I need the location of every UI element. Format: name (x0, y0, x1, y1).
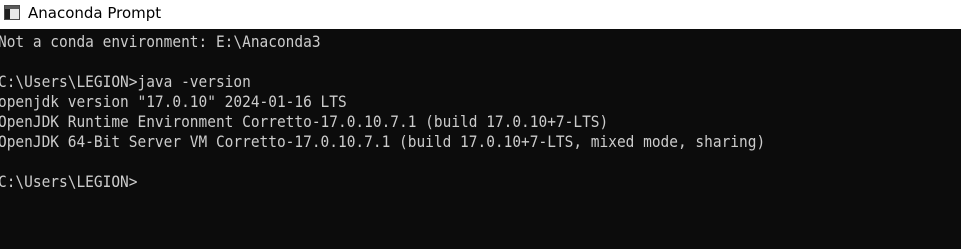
title-bar[interactable]: Anaconda Prompt (0, 0, 961, 29)
window-title: Anaconda Prompt (28, 4, 162, 22)
console-line: C:\Users\LEGION>java -version (0, 72, 251, 91)
console-output[interactable]: Not a conda environment: E:\Anaconda3 C:… (0, 32, 961, 249)
console-window-icon (4, 5, 20, 20)
console-line: Not a conda environment: E:\Anaconda3 (0, 32, 321, 51)
console-prompt-line[interactable]: C:\Users\LEGION> (0, 172, 137, 192)
console-line: openjdk version "17.0.10" 2024-01-16 LTS (0, 92, 347, 111)
console-line: OpenJDK 64-Bit Server VM Corretto-17.0.1… (0, 132, 766, 151)
console-line: OpenJDK Runtime Environment Corretto-17.… (0, 112, 609, 131)
anaconda-prompt-window: Anaconda Prompt Not a conda environment:… (0, 0, 961, 249)
